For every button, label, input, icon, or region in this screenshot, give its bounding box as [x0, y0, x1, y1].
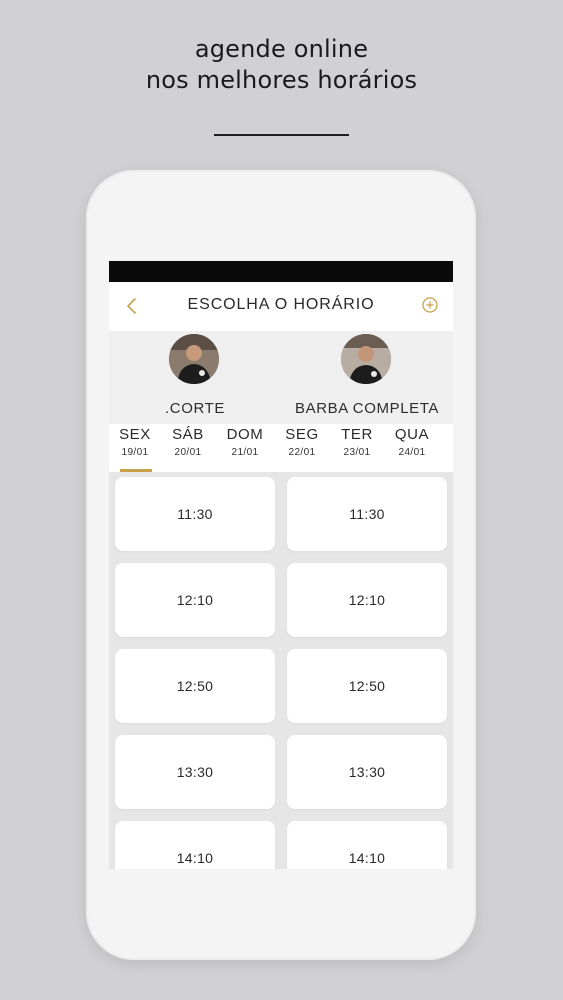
- avatar: [341, 334, 391, 384]
- professional-card-corte[interactable]: .CORTE: [109, 331, 281, 424]
- day-name: DOM: [226, 426, 264, 443]
- day-tab-sab[interactable]: SÁB 20/01: [163, 424, 213, 472]
- status-bar: [109, 261, 453, 282]
- promo-line-1: agende online: [194, 35, 369, 63]
- day-date: 20/01: [174, 447, 202, 458]
- time-slot-button[interactable]: 13:30: [115, 735, 275, 809]
- day-date: 19/01: [121, 447, 149, 458]
- day-tab-qua[interactable]: QUA 24/01: [387, 424, 437, 472]
- app-screen: ESCOLHA O HORÁRIO .CORTE BARBA COMPLETA …: [109, 261, 453, 869]
- time-slot-button[interactable]: 11:30: [115, 477, 275, 551]
- day-name: SEG: [285, 426, 319, 443]
- day-selector: SEX 19/01 SÁB 20/01 DOM 21/01 SEG 22/01 …: [109, 424, 453, 472]
- time-slot-button[interactable]: 12:50: [115, 649, 275, 723]
- professionals-row: .CORTE BARBA COMPLETA: [109, 331, 453, 424]
- day-date: 24/01: [398, 447, 426, 458]
- professional-card-barba-completa[interactable]: BARBA COMPLETA: [281, 331, 453, 424]
- time-slot-button[interactable]: 12:50: [287, 649, 447, 723]
- day-name: TER: [341, 426, 373, 443]
- promo-line-2: nos melhores horários: [145, 66, 418, 94]
- time-slot-button[interactable]: 14:10: [287, 821, 447, 869]
- day-date: 23/01: [343, 447, 371, 458]
- time-slot-button[interactable]: 12:10: [115, 563, 275, 637]
- time-slot-button[interactable]: 12:10: [287, 563, 447, 637]
- avatar: [169, 334, 219, 384]
- time-slot-button[interactable]: 13:30: [287, 735, 447, 809]
- page-title: ESCOLHA O HORÁRIO: [187, 296, 375, 313]
- promo-headline: agende online nos melhores horários: [0, 34, 563, 96]
- day-name: QUA: [394, 426, 430, 443]
- day-date: 22/01: [288, 447, 316, 458]
- day-tab-ter[interactable]: TER 23/01: [332, 424, 382, 472]
- day-tab-dom[interactable]: DOM 21/01: [220, 424, 270, 472]
- time-slot-button[interactable]: 11:30: [287, 477, 447, 551]
- time-slot-button[interactable]: 14:10: [115, 821, 275, 869]
- promo-divider: [214, 134, 349, 136]
- time-slot-grid: 11:30 11:30 12:10 12:10 12:50 12:50 13:3…: [109, 472, 453, 869]
- plus-circle-icon[interactable]: [421, 296, 439, 314]
- day-name: SEX: [119, 426, 151, 443]
- professional-name: BARBA COMPLETA: [295, 400, 439, 417]
- day-tab-seg[interactable]: SEG 22/01: [277, 424, 327, 472]
- professional-name: .CORTE: [165, 400, 225, 417]
- day-tab-sex[interactable]: SEX 19/01: [110, 424, 160, 472]
- navigation-bar: ESCOLHA O HORÁRIO: [109, 282, 453, 332]
- day-name: SÁB: [172, 426, 204, 443]
- day-date: 21/01: [231, 447, 259, 458]
